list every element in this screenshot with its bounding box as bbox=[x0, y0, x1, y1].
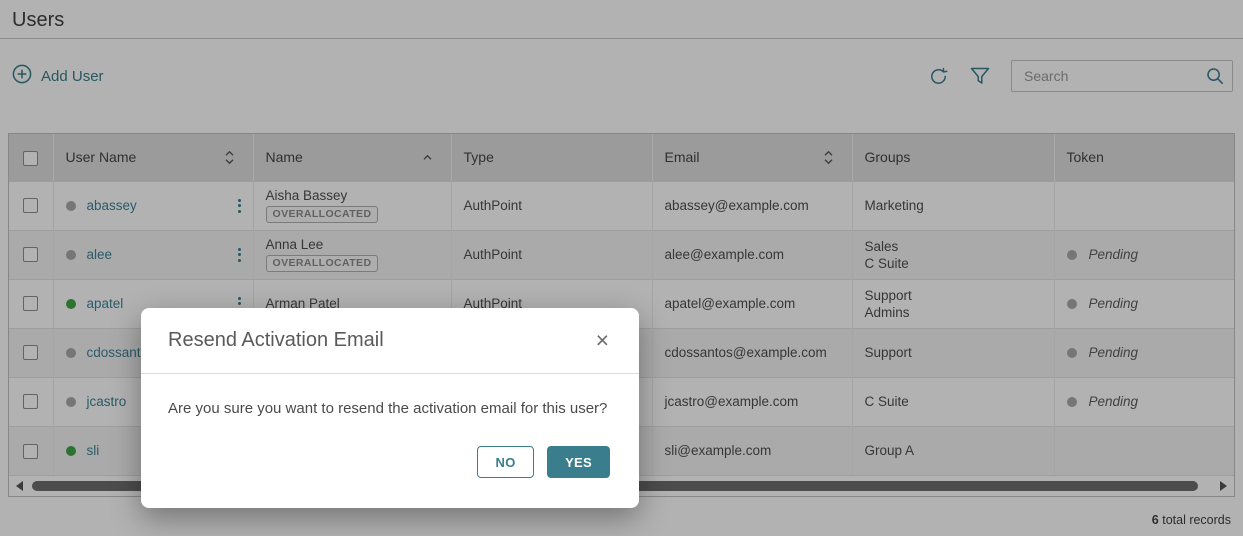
yes-button[interactable]: YES bbox=[547, 446, 610, 478]
x-close-icon[interactable]: × bbox=[590, 327, 615, 354]
dialog-header: Resend Activation Email × bbox=[141, 308, 639, 374]
resend-activation-dialog: Resend Activation Email × Are you sure y… bbox=[141, 308, 639, 508]
dialog-message: Are you sure you want to resend the acti… bbox=[141, 374, 639, 417]
dialog-title: Resend Activation Email bbox=[168, 329, 384, 352]
no-button[interactable]: NO bbox=[477, 446, 534, 478]
dialog-actions: NO YES bbox=[477, 446, 610, 478]
users-page: Users Add User bbox=[0, 0, 1243, 536]
